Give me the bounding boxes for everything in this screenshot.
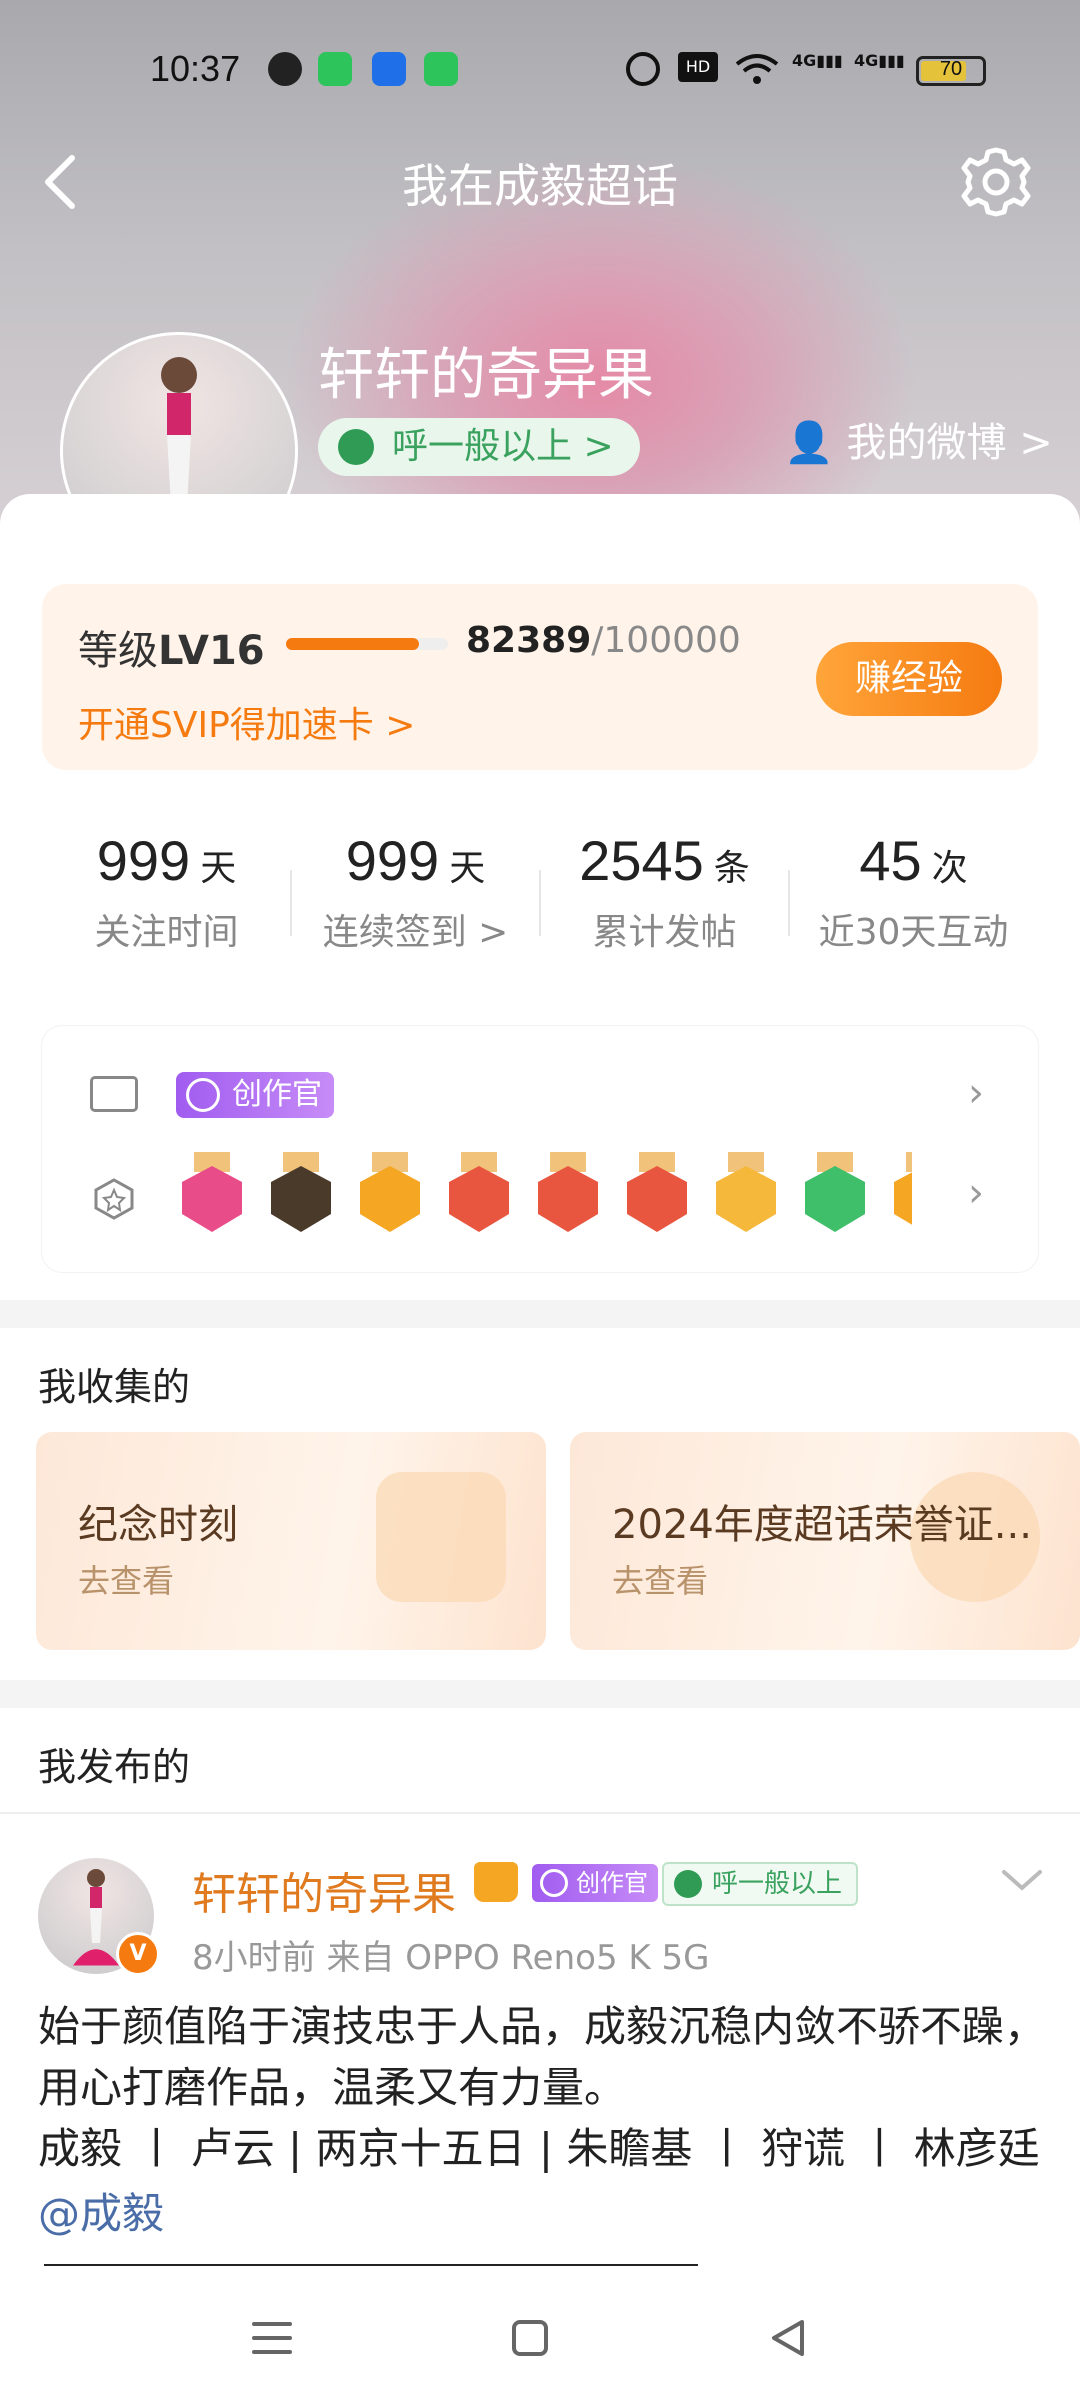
crown-icon [474,1862,518,1902]
post-tag-pill[interactable]: 呼一般以上 [662,1862,859,1906]
creator-label: 创作官 [232,1077,322,1112]
app-icon [372,52,406,86]
medal-cat-3 [627,1152,687,1232]
medal-cat-2 [538,1152,598,1232]
medal-hi [716,1152,776,1232]
stat-label: 连续签到 > [322,912,509,953]
username: 轩轩的奇异果 [318,343,654,408]
wechat-icon [268,52,302,86]
divider-line [0,1812,1080,1814]
points-total: /100000 [591,620,741,661]
level-value: LV16 [158,628,265,674]
medal-crown [360,1152,420,1232]
post-creator-label: 创作官 [576,1869,648,1897]
stat-num: 999 [345,829,440,892]
stat-num: 45 [859,829,922,892]
medal-LV16 [182,1152,242,1232]
collected-card-sub: 去查看 [78,1562,175,1600]
chevron-right-icon[interactable]: › [968,1170,984,1216]
system-navigation-bar [0,2280,1080,2400]
chevron-right-icon[interactable]: › [968,1070,984,1116]
post-body-text: 始于颜值陷于演技忠于人品，成毅沉稳内敛不骄不躁，用心打磨作品，温柔又有力量。 成… [38,2002,1047,2173]
section-divider [0,1300,1080,1328]
level-label: 等级 [78,628,158,674]
back-triangle-icon[interactable] [758,2308,818,2368]
medal-SUPER [271,1152,331,1232]
stat-num: 2545 [579,829,704,892]
creator-icon [540,1869,568,1897]
medal-hand [805,1152,865,1232]
status-bar: 10:37 HD 4G▮▮▮ 4G▮▮▮ 70 [0,40,1080,104]
collected-card-title: 纪念时刻 [78,1502,238,1548]
post-meta: 8小时前 来自 OPPO Reno5 K 5G [192,1938,710,1978]
collected-card-moments[interactable]: 纪念时刻 去查看 [36,1432,546,1650]
level-points: 82389/100000 [466,620,741,661]
wifi-icon [735,54,779,84]
earn-exp-button[interactable]: 赚经验 [816,642,1002,716]
stat-unit: 条 [713,848,750,889]
creator-icon [186,1078,220,1112]
settings-gear-icon[interactable] [956,142,1036,222]
my-weibo-link[interactable]: 👤 我的微博 > [784,410,1053,468]
tag-pill[interactable]: 呼一般以上 > [318,418,640,476]
section-divider [0,1680,1080,1708]
stat-label: 累计发帖 [592,912,737,953]
stat-label: 近30天互动 [818,912,1009,953]
stat-unit: 次 [931,848,968,889]
alarm-icon [626,52,660,86]
home-square-icon[interactable] [500,2308,560,2368]
stat-checkin-days[interactable]: 999 天 连续签到 > [291,828,540,955]
stat-num: 999 [96,829,191,892]
medal-partial [894,1152,912,1225]
flower-icon [674,1870,702,1898]
points-current: 82389 [466,620,592,661]
creator-badge[interactable]: 创作官 [176,1072,334,1118]
post-author-name[interactable]: 轩轩的奇异果 [192,1858,456,1922]
signal-icon-1: 4G▮▮▮ [792,51,843,70]
signal-label-1: 4G [792,51,817,70]
person-icon: 👤 [784,420,834,466]
level-progress-fill [286,638,420,650]
battery-level: 70 [939,58,963,80]
post-creator-badge[interactable]: 创作官 [532,1864,658,1902]
message-icon [318,52,352,86]
id-card-icon [90,1076,138,1112]
stat-interactions: 45 次 近30天互动 [789,828,1038,955]
post-separator-line [44,2264,698,2266]
page-title: 我在成毅超话 [402,159,678,213]
collected-card-sub: 去查看 [612,1562,709,1600]
signal-icon-2: 4G▮▮▮ [854,51,905,70]
chevron-down-icon[interactable] [1000,1866,1044,1894]
hd-icon: HD [678,52,718,82]
my-weibo-label: 我的微博 > [846,420,1053,466]
battery-icon: 70 [916,56,986,86]
medal-cat-1 [449,1152,509,1232]
stat-follow-days: 999 天 关注时间 [42,828,291,955]
tag-pill-label: 呼一般以上 > [392,426,614,467]
level-text: 等级LV16 [78,618,265,676]
collected-card-title: 2024年度超话荣誉证... [612,1502,1032,1548]
menu-icon[interactable] [242,2308,302,2368]
flower-icon [338,429,374,465]
stat-posts: 2545 条 累计发帖 [540,828,789,955]
level-progress [286,638,448,650]
medal-icon [94,1178,134,1220]
stat-label: 关注时间 [94,912,239,953]
stats-row: 999 天 关注时间 999 天 连续签到 > 2545 条 累计发帖 45 次 近30… [42,800,1038,990]
post-verified-badge: V [116,1932,160,1976]
collected-card-honor[interactable]: 2024年度超话荣誉证... 去查看 [570,1432,1080,1650]
stat-unit: 天 [200,848,237,889]
app2-icon [424,52,458,86]
signal-label-2: 4G [854,51,879,70]
published-title: 我发布的 [38,1745,191,1789]
stat-unit: 天 [449,848,486,889]
svip-link[interactable]: 开通SVIP得加速卡 > [78,696,415,748]
status-time: 10:37 [150,48,241,89]
collected-title: 我收集的 [38,1365,191,1409]
post-mention-link[interactable]: @成毅 [38,2180,164,2241]
post-tag-label: 呼一般以上 [712,1869,843,1899]
